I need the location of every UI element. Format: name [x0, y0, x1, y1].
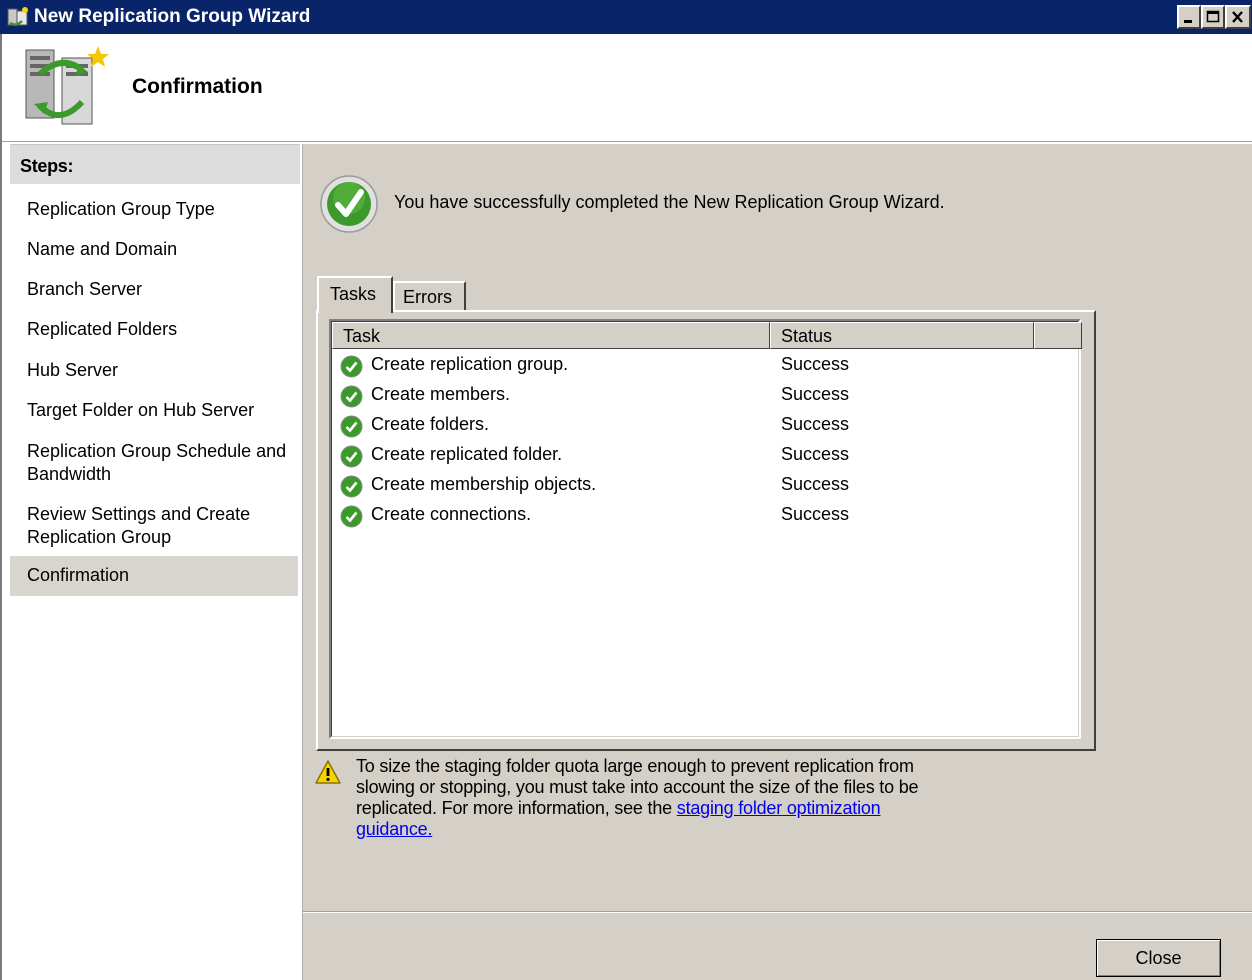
- column-header-task[interactable]: Task: [332, 322, 770, 349]
- footer-divider: [303, 911, 1252, 913]
- table-row[interactable]: Create membership objects. Success: [340, 472, 1080, 502]
- task-status: Success: [781, 504, 850, 524]
- main-content: You have successfully completed the New …: [302, 144, 1252, 980]
- step-target-folder[interactable]: Target Folder on Hub Server: [10, 399, 300, 422]
- step-confirmation[interactable]: Confirmation: [10, 556, 298, 596]
- task-status: Success: [781, 414, 850, 434]
- task-name: Create replication group.: [371, 354, 569, 374]
- staging-quota-warning: To size the staging folder quota large e…: [356, 756, 946, 840]
- step-branch-server[interactable]: Branch Server: [10, 278, 300, 301]
- wizard-header: Confirmation: [2, 34, 1252, 142]
- table-row[interactable]: Create members. Success: [340, 382, 1080, 412]
- step-schedule-bandwidth[interactable]: Replication Group Schedule and Bandwidth: [10, 440, 300, 486]
- check-circle-icon: [340, 355, 363, 378]
- tasks-list-frame: Task Status Create replication group. Su…: [331, 321, 1082, 737]
- check-circle-icon: [340, 385, 363, 408]
- check-circle-icon: [340, 415, 363, 438]
- task-name: Create connections.: [371, 504, 532, 524]
- step-replicated-folders[interactable]: Replicated Folders: [10, 318, 300, 341]
- column-header-status[interactable]: Status: [770, 322, 1034, 349]
- task-name: Create membership objects.: [371, 474, 597, 494]
- task-status: Success: [781, 474, 850, 494]
- wizard-app-icon: [6, 5, 30, 29]
- check-circle-icon: [340, 475, 363, 498]
- task-status: Success: [781, 384, 850, 404]
- tasks-list[interactable]: Task Status Create replication group. Su…: [329, 319, 1082, 739]
- minimize-icon: [1184, 20, 1192, 23]
- close-icon: [1232, 11, 1243, 23]
- step-review-settings[interactable]: Review Settings and Create Replication G…: [10, 503, 300, 549]
- wizard-frame: Confirmation Steps: Replication Group Ty…: [0, 34, 1252, 980]
- table-row[interactable]: Create replicated folder. Success: [340, 442, 1080, 472]
- warning-icon: [314, 759, 342, 785]
- close-window-button[interactable]: [1225, 5, 1251, 29]
- steps-sidebar: Steps: Replication Group Type Name and D…: [10, 144, 300, 980]
- check-circle-icon: [319, 174, 379, 234]
- task-name: Create members.: [371, 384, 511, 404]
- step-name-and-domain[interactable]: Name and Domain: [10, 238, 300, 261]
- table-row[interactable]: Create connections. Success: [340, 502, 1080, 532]
- maximize-icon: [1206, 10, 1220, 23]
- table-row[interactable]: Create folders. Success: [340, 412, 1080, 442]
- close-button[interactable]: Close: [1096, 939, 1221, 977]
- window-titlebar[interactable]: New Replication Group Wizard: [0, 0, 1252, 34]
- step-hub-server[interactable]: Hub Server: [10, 359, 300, 382]
- minimize-button[interactable]: [1177, 5, 1201, 29]
- column-header-empty[interactable]: [1034, 322, 1082, 349]
- window-title: New Replication Group Wizard: [34, 6, 311, 27]
- task-status: Success: [781, 354, 850, 374]
- task-name: Create folders.: [371, 414, 490, 434]
- step-replication-group-type[interactable]: Replication Group Type: [10, 198, 300, 221]
- check-circle-icon: [340, 445, 363, 468]
- page-title: Confirmation: [132, 75, 263, 98]
- tab-tasks[interactable]: Tasks: [317, 276, 393, 313]
- maximize-button[interactable]: [1201, 5, 1225, 29]
- task-status: Success: [781, 444, 850, 464]
- success-message: You have successfully completed the New …: [394, 192, 945, 212]
- table-row[interactable]: Create replication group. Success: [340, 352, 1080, 382]
- check-circle-icon: [340, 505, 363, 528]
- replication-servers-icon: [22, 44, 110, 128]
- task-name: Create replicated folder.: [371, 444, 563, 464]
- steps-heading: Steps:: [10, 144, 300, 184]
- tab-errors[interactable]: Errors: [393, 281, 466, 312]
